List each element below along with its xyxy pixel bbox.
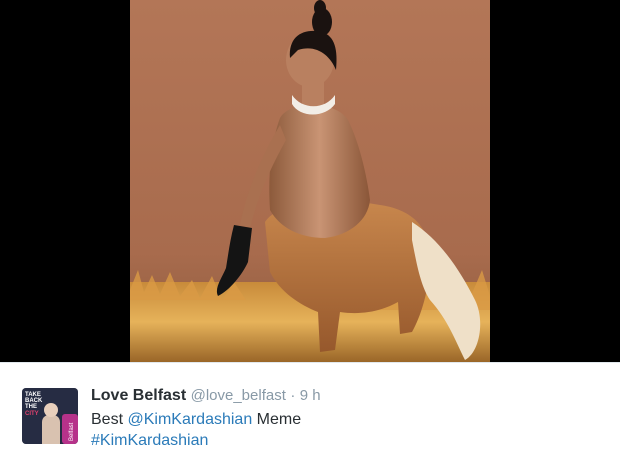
tweet-text-suffix: Meme: [252, 411, 302, 428]
mention-link[interactable]: @KimKardashian: [127, 411, 252, 428]
tweet-timestamp[interactable]: 9 h: [300, 387, 321, 404]
avatar-text-city: CITY: [25, 411, 39, 417]
user-handle[interactable]: @love_belfast: [191, 387, 286, 404]
avatar-image: TAKE BACK THE CITY Belfast: [22, 388, 78, 444]
avatar[interactable]: TAKE BACK THE CITY Belfast: [22, 388, 78, 444]
hashtag-link[interactable]: #KimKardashian: [91, 432, 208, 449]
tweet-body: Love Belfast @love_belfast · 9 h Best @K…: [91, 386, 610, 451]
tweet-media-photo[interactable]: [0, 0, 620, 362]
separator-dot: ·: [290, 387, 296, 404]
photo-image: [130, 0, 490, 362]
tweet-text-prefix: Best: [91, 411, 128, 428]
display-name[interactable]: Love Belfast: [91, 387, 186, 404]
tweet[interactable]: TAKE BACK THE CITY Belfast Love Belfast …: [0, 362, 620, 466]
tweet-text: Best @KimKardashian Meme #KimKardashian: [91, 409, 610, 451]
tweet-text-line-2: #KimKardashian: [91, 430, 610, 451]
tweet-text-line-1: Best @KimKardashian Meme: [91, 409, 610, 430]
avatar-text-belfast: Belfast: [69, 422, 75, 441]
avatar-text-the: THE: [25, 404, 37, 410]
tweet-header: Love Belfast @love_belfast · 9 h: [91, 386, 610, 406]
